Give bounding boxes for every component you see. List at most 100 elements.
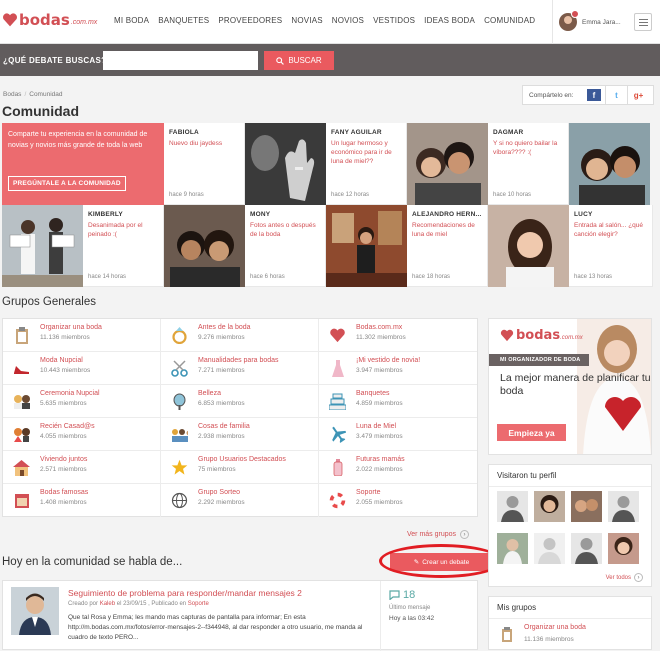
post-title[interactable]: Nuevo diu jaydess — [169, 139, 239, 148]
facebook-icon[interactable]: f — [587, 89, 601, 101]
group-name[interactable]: Futuras mamás — [356, 456, 477, 463]
hamburger-menu-icon[interactable] — [634, 13, 652, 31]
group-item[interactable]: Banquetes 4.859 miembros — [319, 385, 477, 418]
post-photo[interactable] — [2, 205, 83, 287]
visitor-avatar[interactable] — [608, 533, 639, 564]
group-name[interactable]: Luna de Miel — [356, 423, 477, 430]
post-title[interactable]: Fotos antes o después de la boda — [250, 221, 320, 239]
group-item[interactable]: Recién Casad@s 4.055 miembros — [3, 418, 161, 451]
post-author[interactable]: FABIOLA — [169, 129, 239, 136]
group-item[interactable]: Cosas de familia 2.938 miembros — [161, 418, 319, 451]
breadcrumb-home[interactable]: Bodas — [3, 91, 21, 98]
post-title[interactable]: Entrada al salón... ¿qué canción elegir? — [574, 221, 647, 239]
post-title[interactable]: Desanimada por el peinado :( — [88, 221, 158, 239]
group-name[interactable]: Bodas.com.mx — [356, 324, 477, 331]
group-item[interactable]: Belleza 6.853 miembros — [161, 385, 319, 418]
nav-vestidos[interactable]: VESTIDOS — [373, 16, 415, 25]
group-name[interactable]: Soporte — [356, 489, 477, 496]
group-item[interactable]: Luna de Miel 3.479 miembros — [319, 418, 477, 451]
post-title[interactable]: Recomendaciones de luna de miel — [412, 221, 482, 239]
debate-author-link[interactable]: Kaleb — [100, 601, 115, 607]
post-author[interactable]: KIMBERLY — [88, 211, 158, 218]
group-item[interactable]: Organizar una boda 11.136 miembros — [3, 319, 161, 352]
debate-search-input[interactable] — [103, 51, 258, 70]
post-card[interactable]: FABIOLA Nuevo diu jaydess hace 9 horas — [164, 123, 245, 205]
post-author[interactable]: DAGMAR — [493, 129, 563, 136]
post-photo[interactable] — [569, 123, 650, 205]
post-photo[interactable] — [326, 205, 407, 287]
group-item[interactable]: Manualidades para bodas 7.271 miembros — [161, 352, 319, 385]
post-card[interactable]: FANY AGUILAR Un lugar hermoso y económic… — [326, 123, 407, 205]
post-card[interactable]: DAGMAR Y si no quiero bailar la víbora??… — [488, 123, 569, 205]
group-item[interactable]: Ceremonia Nupcial 5.635 miembros — [3, 385, 161, 418]
post-card[interactable]: ALEJANDRO HERN... Recomendaciones de lun… — [407, 205, 488, 287]
group-item[interactable]: Antes de la boda 9.276 miembros — [161, 319, 319, 352]
debate-author-avatar[interactable] — [11, 587, 59, 635]
post-card[interactable]: MONY Fotos antes o después de la boda ha… — [245, 205, 326, 287]
debate-title[interactable]: Seguimiento de problema para responder/m… — [68, 588, 302, 598]
group-name[interactable]: Bodas famosas — [40, 489, 160, 496]
group-name[interactable]: Grupo Usuarios Destacados — [198, 456, 318, 463]
nav-proveedores[interactable]: PROVEEDORES — [218, 16, 282, 25]
post-photo[interactable] — [164, 205, 245, 287]
group-item[interactable]: Grupo Sorteo 2.292 miembros — [161, 484, 319, 517]
post-card[interactable]: LUCY Entrada al salón... ¿qué canción el… — [569, 205, 653, 287]
group-item[interactable]: Bodas famosas 1.408 miembros — [3, 484, 161, 517]
group-item[interactable]: Moda Nupcial 10.443 miembros — [3, 352, 161, 385]
visitor-avatar[interactable] — [497, 533, 528, 564]
group-name[interactable]: Recién Casad@s — [40, 423, 160, 430]
search-button[interactable]: BUSCAR — [264, 51, 334, 70]
post-author[interactable]: FANY AGUILAR — [331, 129, 401, 136]
notification-badge[interactable] — [571, 10, 579, 18]
group-item[interactable]: Soporte 2.055 miembros — [319, 484, 477, 517]
group-name[interactable]: Cosas de familia — [198, 423, 318, 430]
group-name[interactable]: Manualidades para bodas — [198, 357, 318, 364]
group-name[interactable]: Ceremonia Nupcial — [40, 390, 160, 397]
post-photo[interactable] — [407, 123, 488, 205]
post-photo[interactable] — [245, 123, 326, 205]
group-name[interactable]: Banquetes — [356, 390, 477, 397]
nav-banquetes[interactable]: BANQUETES — [158, 16, 209, 25]
group-item[interactable]: Futuras mamás 2.022 miembros — [319, 451, 477, 484]
group-item[interactable]: ¡Mi vestido de novia! 3.947 miembros — [319, 352, 477, 385]
post-title[interactable]: Y si no quiero bailar la víbora???? :( — [493, 139, 563, 157]
visitor-avatar[interactable] — [571, 491, 602, 522]
visitor-avatar[interactable] — [608, 491, 639, 522]
group-name[interactable]: Antes de la boda — [198, 324, 318, 331]
nav-mi-boda[interactable]: MI BODA — [114, 16, 149, 25]
group-name[interactable]: Organizar una boda — [40, 324, 160, 331]
group-item[interactable]: Bodas.com.mx 11.302 miembros — [319, 319, 477, 352]
post-card[interactable]: KIMBERLY Desanimada por el peinado :( ha… — [83, 205, 164, 287]
group-name[interactable]: ¡Mi vestido de novia! — [356, 357, 477, 364]
google-plus-icon[interactable]: g+ — [627, 86, 649, 104]
group-name[interactable]: Belleza — [198, 390, 318, 397]
post-author[interactable]: LUCY — [574, 211, 647, 218]
start-now-button[interactable]: Empieza ya — [497, 424, 566, 441]
visitor-avatar[interactable] — [571, 533, 602, 564]
nav-comunidad[interactable]: COMUNIDAD — [484, 16, 535, 25]
ask-community-button[interactable]: PREGÚNTALE A LA COMUNIDAD — [8, 176, 126, 191]
visitor-avatar[interactable] — [497, 491, 528, 522]
visitor-avatar[interactable] — [534, 491, 565, 522]
post-author[interactable]: ALEJANDRO HERN... — [412, 211, 482, 218]
group-name[interactable]: Viviendo juntos — [40, 456, 160, 463]
my-group-name[interactable]: Organizar una boda — [524, 624, 586, 631]
user-menu[interactable]: Emma Jara... — [552, 0, 660, 44]
nav-novios[interactable]: NOVIOS — [332, 16, 364, 25]
bodas-logo[interactable]: bodas .com.mx — [2, 9, 97, 31]
nav-ideas-boda[interactable]: IDEAS BODA — [424, 16, 475, 25]
debate-category-link[interactable]: Soporte — [188, 601, 209, 607]
group-name[interactable]: Moda Nupcial — [40, 357, 160, 364]
debate-item[interactable]: Seguimiento de problema para responder/m… — [2, 580, 478, 651]
more-groups-link[interactable]: Ver más grupos › — [407, 530, 470, 539]
twitter-icon[interactable]: t — [605, 86, 627, 104]
user-name[interactable]: Emma Jara... — [582, 19, 621, 26]
post-photo[interactable] — [488, 205, 569, 287]
see-all-visits-link[interactable]: Ver todos › — [606, 573, 643, 582]
organizer-ad-banner[interactable]: bodas .com.mx MI ORGANIZADOR DE BODA La … — [488, 318, 652, 455]
visitor-avatar[interactable] — [534, 533, 565, 564]
group-item[interactable]: Viviendo juntos 2.571 miembros — [3, 451, 161, 484]
post-author[interactable]: MONY — [250, 211, 320, 218]
nav-novias[interactable]: NOVIAS — [291, 16, 322, 25]
post-title[interactable]: Un lugar hermoso y económico para ir de … — [331, 139, 401, 166]
